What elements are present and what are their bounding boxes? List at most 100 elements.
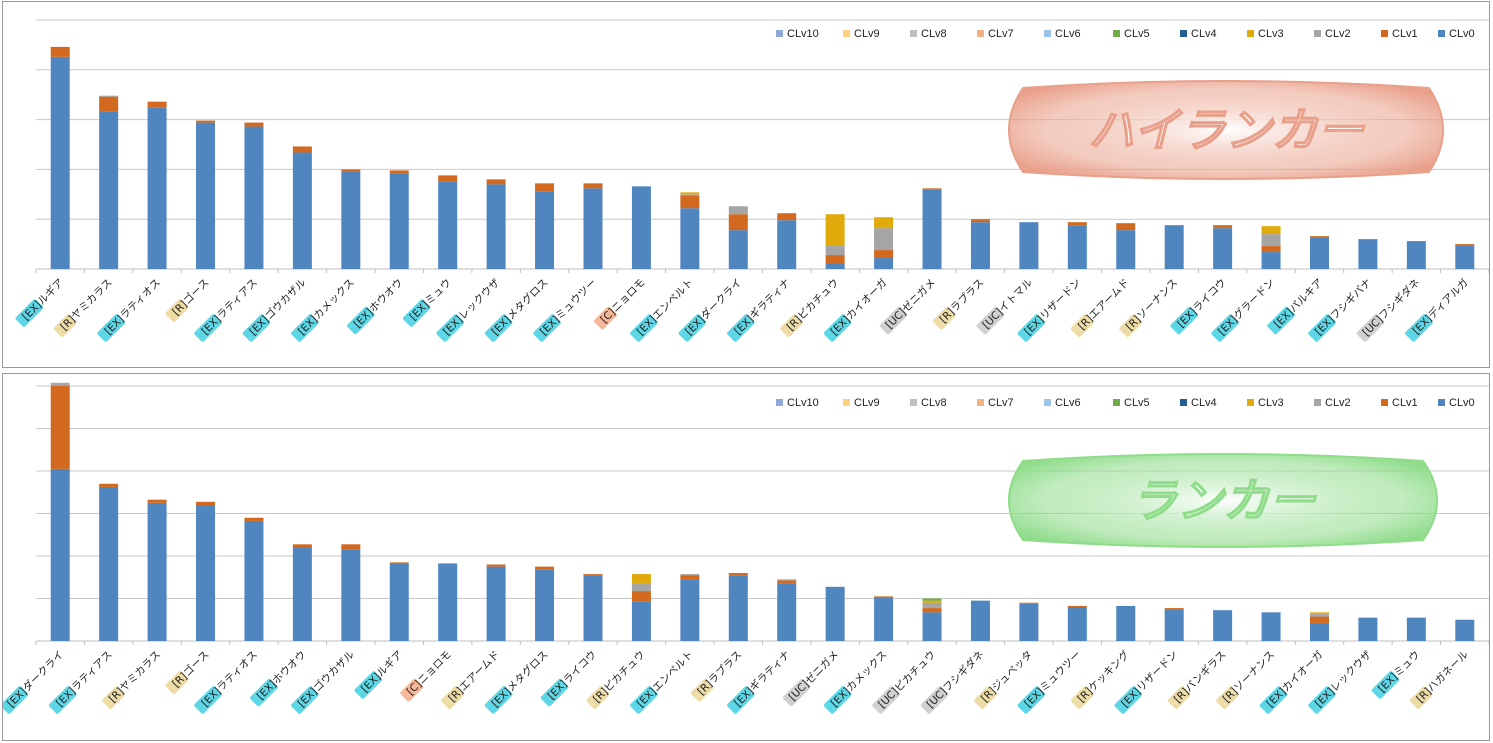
legend-swatch: [1044, 30, 1051, 37]
category-name: ミュウ: [1392, 649, 1423, 680]
category-name: ホウオウ: [270, 649, 308, 687]
bar-segment-clv1: [583, 574, 603, 576]
bar-segment-clv1: [486, 564, 506, 567]
bar-segment-clv1: [341, 169, 361, 172]
bar-segment-clv3: [922, 600, 942, 603]
bar-segment-clv0: [1406, 617, 1426, 641]
legend-label: CLv9: [854, 28, 880, 40]
legend-item-clv7: CLv7: [977, 28, 1014, 40]
bar-segment-clv1: [1261, 246, 1281, 253]
bar-segment-clv1: [389, 170, 409, 174]
x-tick-label: [EX]ルギア: [354, 649, 406, 699]
plot-area: [EX]ダークライ[EX]ラティアス[R]ヤミカラス [R]ゴース[EX]ラティオ…: [3, 382, 1489, 714]
bar-segment-clv0: [1406, 241, 1426, 269]
x-tick-label: [EX]ミュウ: [1371, 649, 1423, 699]
legend-item-clv10: CLv10: [776, 397, 819, 409]
bar-segment-clv3: [874, 217, 894, 229]
category-name: エンペルト: [650, 277, 696, 323]
bar-segment-clv2: [1261, 234, 1281, 247]
category-name: ピカチュウ: [602, 649, 648, 695]
x-tick-label: [R]ラプラス: [933, 277, 987, 330]
bar-segment-clv0: [1455, 619, 1475, 641]
category-name: ルギア: [375, 649, 406, 680]
legend-label: CLv1: [1392, 397, 1418, 409]
bar-segment-clv0: [486, 184, 506, 269]
legend-label: CLv8: [921, 397, 947, 409]
legend-item-clv5: CLv5: [1113, 397, 1150, 409]
tick-label-text: [EX]ミュウ: [407, 277, 453, 323]
bar-segment-clv1: [728, 573, 748, 576]
legend-item-clv1: CLv1: [1381, 28, 1418, 40]
category-name: ピカチュウ: [796, 277, 842, 323]
legend-swatch: [1180, 30, 1187, 37]
category-name: エアームド: [1087, 277, 1132, 322]
bar-segment-clv3: [1261, 226, 1281, 235]
legend-label: CLv7: [988, 397, 1014, 409]
bar-segment-clv0: [728, 230, 748, 269]
category-name: ケッキング: [1086, 648, 1132, 694]
bar-segment-clv1: [874, 596, 894, 598]
category-name: ゴース: [181, 648, 212, 679]
bar-segment-clv3: [631, 574, 651, 584]
bar-segment-clv0: [486, 566, 506, 641]
legend-label: CLv0: [1449, 397, 1475, 409]
bar-segment-clv2: [631, 583, 651, 592]
bar-segment-clv0: [341, 171, 361, 269]
legend-item-clv10: CLv10: [776, 28, 819, 40]
legend-label: CLv10: [787, 28, 819, 40]
bar-segment-clv0: [147, 502, 167, 641]
category-name: カメックス: [312, 277, 357, 322]
chart-panel-ranker: [EX]ダークライ [EX]ラティアス [R]ヤミカラス [R]ゴース [EX]ラティオ…: [2, 373, 1490, 741]
category-name: ラティオス: [118, 277, 163, 322]
legend-label: CLv3: [1258, 28, 1284, 40]
bar-segment-clv0: [1309, 237, 1329, 269]
bar-segment-clv0: [631, 601, 651, 641]
legend-item-clv2: CLv2: [1314, 28, 1351, 40]
legend-swatch: [910, 30, 917, 37]
bar-segment-clv1: [1067, 605, 1087, 607]
bar-segment-clv0: [196, 122, 216, 269]
bar-segment-clv1: [1116, 223, 1136, 231]
legend-item-clv0: CLv0: [1438, 397, 1475, 409]
legend-item-clv0: CLv0: [1438, 28, 1475, 40]
bar-segment-clv0: [1019, 603, 1039, 641]
category-name: フシギダネ: [940, 648, 986, 694]
legend-swatch: [1314, 399, 1321, 406]
category-name: ゼニガメ: [803, 649, 841, 687]
category-name: リザードン: [1038, 277, 1084, 323]
legend-swatch: [843, 30, 850, 37]
legend: CLv10 CLv9 CLv8 CLv7 CLv6 CLv5 CLv4 CLv3 CLv2 CLv…: [776, 28, 1475, 40]
legend-label: CLv9: [854, 397, 880, 409]
category-name: ラティオス: [215, 649, 260, 694]
bar-segment-clv2: [99, 95, 119, 97]
tick-label-text: [UC]ゼニガメ: [884, 277, 939, 332]
category-name: イトマル: [997, 277, 1035, 315]
category-name: レックウザ: [1328, 648, 1374, 694]
category-name: カイオーガ: [844, 277, 890, 323]
tick-label-text: [UC]イトマル: [980, 277, 1035, 332]
category-name: メタグロス: [504, 648, 550, 694]
legend-item-clv9: CLv9: [843, 28, 880, 40]
bar-segment-clv0: [825, 586, 845, 641]
category-name: ゼニガメ: [900, 277, 938, 315]
bar-segment-clv1: [680, 575, 700, 580]
legend-item-clv5: CLv5: [1113, 28, 1150, 40]
x-tick-label: [EX]ミュウ: [403, 277, 454, 327]
bar-segment-clv0: [631, 186, 651, 269]
bar-segment-clv1: [196, 120, 216, 123]
category-name: ミュウツー: [553, 277, 599, 323]
bar-segment-clv0: [583, 575, 603, 641]
bar-segment-clv0: [728, 575, 748, 641]
tick-label-text: [EX]ライコウ: [1175, 277, 1228, 330]
bar-segment-clv5: [922, 598, 942, 601]
category-name: ヤミカラス: [118, 649, 163, 694]
x-tick-label: [R]ゴース: [165, 276, 212, 322]
category-name: レックウザ: [457, 276, 503, 322]
category-name: フシギバナ: [1328, 277, 1374, 323]
legend-swatch: [1381, 30, 1388, 37]
bar-segment-clv2: [922, 602, 942, 609]
bar-segment-clv1: [292, 146, 312, 153]
bar-segment-clv2: [680, 574, 700, 576]
bar-segment-clv1: [196, 501, 216, 505]
legend-swatch: [843, 399, 850, 406]
